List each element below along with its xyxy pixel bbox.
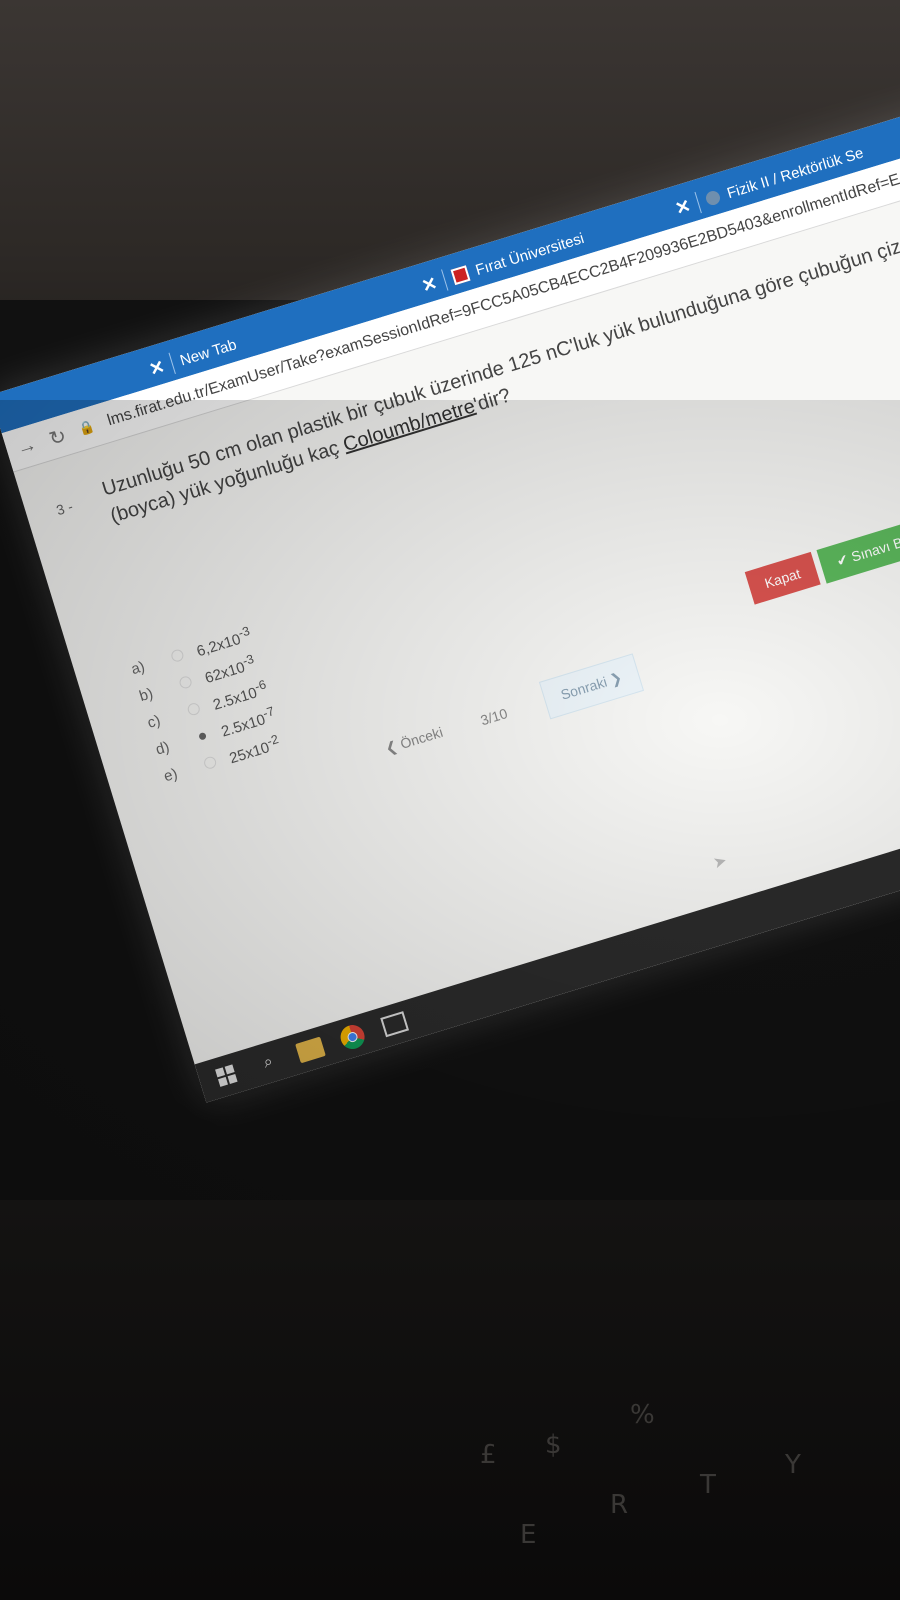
mouse-cursor-icon: ➤ — [711, 852, 730, 873]
close-tab-icon[interactable]: ✕ — [147, 356, 168, 380]
next-button[interactable]: Sonraki ❯ — [539, 653, 644, 720]
radio-button-selected[interactable] — [198, 731, 207, 741]
keyboard-key: % — [630, 1400, 655, 1430]
keyboard-key: E — [520, 1520, 537, 1550]
tab-separator — [168, 352, 176, 374]
previous-button[interactable]: ❮ Önceki — [383, 724, 445, 758]
finish-exam-button[interactable]: ✔ Sınavı Bitir — [816, 516, 900, 584]
search-icon[interactable]: ⌕ — [252, 1047, 284, 1079]
windows-start-icon[interactable] — [210, 1059, 242, 1091]
lock-icon: 🔒 — [76, 418, 97, 438]
keyboard-key: £ — [480, 1440, 497, 1470]
forward-icon[interactable]: → — [14, 433, 40, 461]
chevron-right-icon: ❯ — [604, 669, 624, 689]
reload-icon[interactable]: ↻ — [46, 423, 69, 452]
close-button[interactable]: Kapat — [744, 552, 821, 605]
keyboard-key: T — [700, 1470, 716, 1500]
question-counter: 3/10 — [478, 704, 510, 728]
option-label: e) — [161, 764, 180, 785]
photos-icon[interactable] — [378, 1008, 410, 1040]
close-tab-icon[interactable]: ✕ — [419, 272, 440, 296]
chrome-icon[interactable] — [336, 1021, 368, 1053]
next-label: Sonraki — [558, 673, 609, 703]
keyboard-key: Y — [785, 1450, 801, 1480]
loading-favicon-icon — [704, 189, 722, 207]
keyboard-key: R — [610, 1490, 629, 1520]
finish-exam-label: Sınavı Bitir — [849, 529, 900, 565]
previous-label: Önceki — [398, 723, 445, 752]
firat-favicon-icon — [450, 265, 471, 286]
question-pager: ❮ Önceki 3/10 Sonraki ❯ — [380, 653, 644, 768]
question-text-part: 'dir? — [471, 384, 514, 417]
keyboard-key: $ — [545, 1430, 562, 1460]
close-tab-icon[interactable]: ✕ — [673, 195, 694, 219]
tab-separator — [441, 269, 449, 291]
question-number: 3 - — [54, 498, 75, 519]
file-explorer-icon[interactable] — [294, 1034, 326, 1066]
option-mantissa: 25x10 — [227, 738, 272, 767]
laptop-keyboard: £ $ % E R T Y — [0, 1200, 900, 1600]
tab-separator — [694, 191, 702, 214]
answer-options: a) 6,2x10-3 b) 62x10-3 c) 2.5x10-6 d) 2.… — [127, 620, 287, 790]
